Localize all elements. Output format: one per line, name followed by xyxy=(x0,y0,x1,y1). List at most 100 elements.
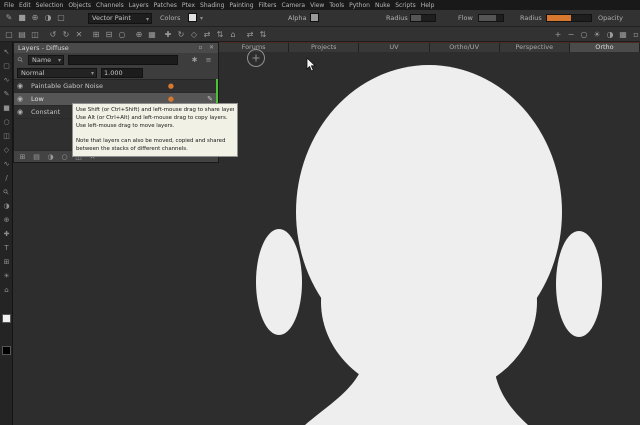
brush-radius-slider[interactable] xyxy=(546,14,592,22)
frame-selected-icon[interactable]: ⌂ xyxy=(227,29,239,41)
scale-tool-icon[interactable]: ◇ xyxy=(188,29,200,41)
menu-tools[interactable]: Tools xyxy=(329,2,344,9)
gradient-tool-icon[interactable]: ◑ xyxy=(0,200,13,213)
radius-label: Radius xyxy=(386,14,408,22)
smear-tool-icon[interactable]: / xyxy=(0,172,13,185)
delete-icon[interactable]: ✕ xyxy=(73,29,85,41)
erase-tool-icon[interactable]: ■ xyxy=(16,12,28,24)
menu-view[interactable]: View xyxy=(310,2,324,9)
undo-icon[interactable]: ↺ xyxy=(47,29,59,41)
menu-nuke[interactable]: Nuke xyxy=(375,2,390,9)
paint-tool-icon[interactable]: ✎ xyxy=(3,12,15,24)
translate-tool-icon[interactable]: ✚ xyxy=(162,29,174,41)
fill-tool-icon[interactable]: ⊕ xyxy=(0,214,13,227)
menu-selection[interactable]: Selection xyxy=(36,2,64,9)
layers-menu-icon[interactable]: ≡ xyxy=(203,55,214,65)
layer-visibility-eye-icon[interactable]: ◉ xyxy=(17,106,23,119)
open-project-icon[interactable]: ▤ xyxy=(16,29,28,41)
menu-channels[interactable]: Channels xyxy=(96,2,124,9)
palette-close-icon[interactable]: ✕ xyxy=(207,43,216,53)
menu-file[interactable]: File xyxy=(4,2,14,9)
mirror-x-icon[interactable]: ⇄ xyxy=(244,29,256,41)
light-tool-icon[interactable]: ☀ xyxy=(0,270,13,283)
clone-stamp-tool-icon[interactable]: ◫ xyxy=(0,130,13,143)
add-layer-icon[interactable]: ⊞ xyxy=(17,152,28,162)
menu-painting[interactable]: Painting xyxy=(229,2,253,9)
paste-icon[interactable]: ⊟ xyxy=(103,29,115,41)
menu-ptex[interactable]: Ptex xyxy=(182,2,195,9)
mask-edit-icon[interactable]: ◑ xyxy=(42,12,54,24)
menu-scripts[interactable]: Scripts xyxy=(395,2,416,9)
filter-settings-icon[interactable]: ✱ xyxy=(189,55,200,65)
menu-layers[interactable]: Layers xyxy=(129,2,149,9)
paint-through-icon[interactable]: ⊕ xyxy=(29,12,41,24)
add-procedural-icon[interactable]: ○ xyxy=(59,152,70,162)
dolly-camera-icon[interactable]: ⇅ xyxy=(214,29,226,41)
lasso-select-tool-icon[interactable]: ∿ xyxy=(0,74,13,87)
layer-amount-input[interactable] xyxy=(101,68,143,78)
blur-tool-icon[interactable]: ○ xyxy=(0,116,13,129)
layers-search-input[interactable] xyxy=(68,55,178,65)
text-tool-icon[interactable]: T xyxy=(0,242,13,255)
menu-shading[interactable]: Shading xyxy=(200,2,224,9)
tab-ortho[interactable]: Ortho xyxy=(570,43,640,52)
blend-mode-dropdown[interactable]: Normal ▾ xyxy=(17,68,97,78)
filter-field-dropdown[interactable]: Name ▾ xyxy=(28,55,64,65)
layer-visibility-eye-icon[interactable]: ◉ xyxy=(17,80,23,93)
alpha-swatch[interactable] xyxy=(310,13,319,22)
add-folder-icon[interactable]: ▤ xyxy=(31,152,42,162)
marquee-select-tool-icon[interactable]: ▢ xyxy=(0,60,13,73)
maximize-viewport-icon[interactable]: ▫ xyxy=(630,29,640,41)
paint-target-icon[interactable]: ⊕ xyxy=(133,29,145,41)
save-project-icon[interactable]: ◫ xyxy=(29,29,41,41)
redo-icon[interactable]: ↻ xyxy=(60,29,72,41)
menu-help[interactable]: Help xyxy=(421,2,435,9)
flow-slider[interactable] xyxy=(478,14,504,22)
background-color-well[interactable] xyxy=(2,346,11,355)
new-project-icon[interactable]: ▢ xyxy=(3,29,15,41)
menu-filters[interactable]: Filters xyxy=(259,2,277,9)
lighting-mode-icon[interactable]: ☀ xyxy=(591,29,603,41)
rotate-tool-icon[interactable]: ↻ xyxy=(175,29,187,41)
tooltip-line: Use Alt (or Ctrl+Alt) and left-mouse dra… xyxy=(76,114,234,122)
tab-ortho-uv[interactable]: Ortho/UV xyxy=(430,43,500,52)
menu-patches[interactable]: Patches xyxy=(154,2,177,9)
color-picker-tool-icon[interactable]: ⚲ xyxy=(0,186,13,199)
radius-slider[interactable] xyxy=(410,14,436,22)
zoom-out-icon[interactable]: − xyxy=(565,29,577,41)
zoom-in-icon[interactable]: + xyxy=(552,29,564,41)
select-objects-tool-icon[interactable]: ↖ xyxy=(0,46,13,59)
palette-float-icon[interactable]: ▫ xyxy=(196,43,205,53)
paint-mode-dropdown[interactable]: Vector Paint ▾ xyxy=(88,13,152,24)
copy-icon[interactable]: ⊞ xyxy=(90,29,102,41)
foreground-color-swatch[interactable] xyxy=(188,13,197,22)
grid-toggle-icon[interactable]: ▦ xyxy=(146,29,158,41)
pan-camera-icon[interactable]: ⇄ xyxy=(201,29,213,41)
tab-uv[interactable]: UV xyxy=(359,43,429,52)
menu-edit[interactable]: Edit xyxy=(19,2,31,9)
paint-brush-tool-icon[interactable]: ✎ xyxy=(0,88,13,101)
warp-tool-icon[interactable]: ◇ xyxy=(0,144,13,157)
view-tool-icon[interactable]: ⌂ xyxy=(0,284,13,297)
tab-projects[interactable]: Projects xyxy=(289,43,359,52)
mirror-y-icon[interactable]: ⇅ xyxy=(257,29,269,41)
menu-python[interactable]: Python xyxy=(349,2,370,9)
vector-paint-tool-icon[interactable]: ✚ xyxy=(0,228,13,241)
foreground-color-well[interactable] xyxy=(2,314,11,323)
layers-palette-titlebar[interactable]: Layers - Diffuse ▫ ✕ xyxy=(14,43,218,53)
menu-objects[interactable]: Objects xyxy=(68,2,91,9)
colors-chevron-icon[interactable]: ▾ xyxy=(200,15,203,22)
zoom-reset-icon[interactable]: ○ xyxy=(578,29,590,41)
snapshot-icon[interactable]: ○ xyxy=(116,29,128,41)
measure-tool-icon[interactable]: ⊞ xyxy=(0,256,13,269)
blit-icon[interactable]: ▢ xyxy=(55,12,67,24)
layer-visibility-eye-icon[interactable]: ◉ xyxy=(17,93,23,106)
slerp-tool-icon[interactable]: ∿ xyxy=(0,158,13,171)
layer-row-paintable-gabor-noise[interactable]: ◉ Paintable Gabor Noise ● xyxy=(14,80,218,93)
wireframe-toggle-icon[interactable]: ▦ xyxy=(617,29,629,41)
shading-mode-icon[interactable]: ◑ xyxy=(604,29,616,41)
eraser-tool-icon[interactable]: ■ xyxy=(0,102,13,115)
tab-perspective[interactable]: Perspective xyxy=(500,43,570,52)
add-adjustment-icon[interactable]: ◑ xyxy=(45,152,56,162)
menu-camera[interactable]: Camera xyxy=(282,2,306,9)
